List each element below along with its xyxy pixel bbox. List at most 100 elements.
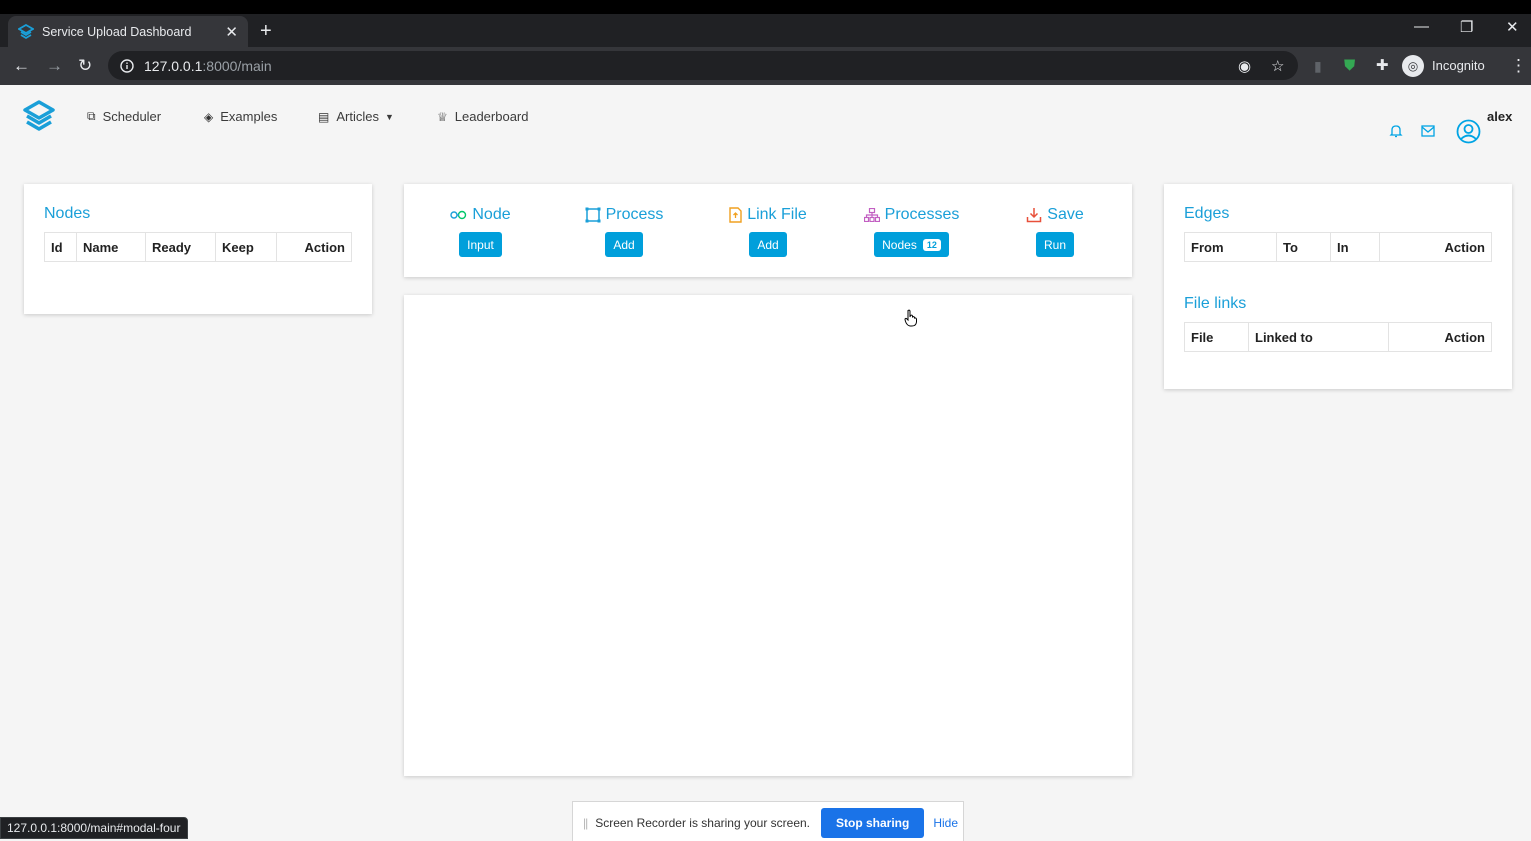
trophy-icon: ♕: [437, 109, 448, 124]
edges-table-header: From To In Action: [1184, 232, 1492, 262]
tool-link-file-header: Link File: [729, 204, 807, 226]
minimize-icon[interactable]: —: [1414, 18, 1429, 35]
column-header: From: [1184, 232, 1277, 262]
camera-blocked-icon[interactable]: ◉: [1238, 57, 1251, 75]
puzzle-icon[interactable]: ✚: [1376, 56, 1389, 74]
column-header: Action: [1379, 232, 1492, 262]
nav-examples[interactable]: ◈ Examples: [204, 109, 277, 124]
tool-save-label: Save: [1047, 206, 1084, 223]
column-header: Action: [276, 232, 352, 262]
extension-icon[interactable]: ▮: [1314, 58, 1322, 75]
screen-share-bar: || Screen Recorder is sharing your scree…: [572, 801, 964, 841]
hand-cursor-icon: [904, 309, 917, 327]
top-navbar: ⧉ Scheduler ◈ Examples ▤ Articles ▼ ♕ Le…: [0, 85, 1531, 147]
graph-canvas[interactable]: [404, 295, 1132, 776]
back-icon[interactable]: ←: [13, 56, 30, 76]
tool-link-file: Link File Add: [718, 204, 818, 257]
nodes-count-badge: 12: [922, 238, 941, 251]
tab-strip: Service Upload Dashboard ✕ + — ❐ ✕: [0, 14, 1531, 47]
layers-icon: ◈: [204, 109, 214, 124]
info-icon: [120, 58, 134, 73]
stop-sharing-button[interactable]: Stop sharing: [821, 807, 925, 838]
nodes-panel: Nodes Id Name Ready Keep Action: [24, 184, 372, 314]
bell-icon[interactable]: [1389, 124, 1403, 138]
file-links-table: File Linked to Action: [1184, 322, 1492, 352]
hide-button[interactable]: Hide: [933, 816, 958, 830]
tool-processes-header: Processes: [863, 204, 960, 226]
drag-handle-icon[interactable]: ||: [583, 816, 588, 830]
edges-table: From To In Action: [1184, 232, 1492, 262]
close-window-icon[interactable]: ✕: [1506, 18, 1519, 36]
mail-icon[interactable]: [1421, 125, 1435, 137]
nodes-table: Id Name Ready Keep Action: [44, 232, 352, 262]
file-icon: [729, 207, 742, 223]
nav-articles-label: Articles: [336, 109, 379, 124]
column-header: Linked to: [1248, 322, 1389, 352]
tool-processes: Processes Nodes 12: [858, 204, 965, 257]
close-tab-icon[interactable]: ✕: [225, 23, 238, 41]
tool-process-header: Process: [585, 204, 664, 226]
tool-process: Process Add: [578, 204, 670, 257]
square-icon: [585, 207, 601, 223]
newspaper-icon: ▤: [318, 109, 330, 124]
tool-node-label: Node: [472, 206, 511, 223]
nav-examples-label: Examples: [220, 109, 278, 124]
user-avatar-icon[interactable]: [1456, 119, 1481, 144]
url-field[interactable]: 127.0.0.1:8000/main ◉ ☆: [108, 51, 1298, 80]
link-file-add-button[interactable]: Add: [749, 232, 787, 257]
tab-title: Service Upload Dashboard: [42, 24, 192, 39]
url-path: :8000/main: [202, 57, 272, 74]
tool-processes-label: Processes: [884, 206, 960, 223]
address-bar-row: ← → ↻ 127.0.0.1:8000/main ◉ ☆ ▮ ⛊ ✚ ◎ In…: [0, 47, 1531, 85]
incognito-label: Incognito: [1432, 58, 1485, 73]
new-tab-icon[interactable]: +: [260, 20, 272, 43]
edges-title: Edges: [1184, 205, 1230, 222]
edges-panel: Edges From To In Action File links File …: [1164, 184, 1512, 389]
tool-link-file-label: Link File: [747, 206, 807, 223]
nav-scheduler[interactable]: ⧉ Scheduler: [87, 109, 161, 124]
restore-icon[interactable]: ❐: [1460, 18, 1473, 36]
kebab-menu-icon[interactable]: ⋮: [1510, 56, 1527, 76]
toolbar-panel: Node Input Process Add Link File Add Pro…: [404, 184, 1132, 277]
tool-process-label: Process: [605, 206, 664, 223]
node-input-button[interactable]: Input: [459, 232, 502, 257]
processes-nodes-label: Nodes: [882, 237, 917, 252]
tool-node: Node Input: [438, 204, 523, 257]
sitemap-icon: ⧉: [87, 109, 96, 123]
screen-share-message: Screen Recorder is sharing your screen.: [595, 815, 810, 830]
node-icon: [450, 210, 467, 220]
processes-nodes-button[interactable]: Nodes 12: [874, 232, 949, 257]
reload-icon[interactable]: ↻: [78, 56, 92, 76]
process-add-button[interactable]: Add: [605, 232, 643, 257]
shield-extension-icon[interactable]: ⛊: [1344, 57, 1355, 74]
column-header: Id: [44, 232, 77, 262]
download-icon: [1027, 208, 1042, 223]
status-bar-url: 127.0.0.1:8000/main#modal-four: [0, 817, 189, 839]
save-run-button[interactable]: Run: [1035, 232, 1074, 257]
nodes-table-header: Id Name Ready Keep Action: [44, 232, 352, 262]
column-header: Keep: [215, 232, 277, 262]
hierarchy-icon: [863, 208, 880, 222]
nav-articles-dropdown[interactable]: ▤ Articles ▼: [318, 109, 394, 124]
tool-save: Save Run: [1018, 204, 1092, 257]
file-links-title: File links: [1184, 295, 1247, 312]
file-links-table-header: File Linked to Action: [1184, 322, 1492, 352]
column-header: Action: [1388, 322, 1492, 352]
browser-tab[interactable]: Service Upload Dashboard ✕: [8, 16, 248, 47]
incognito-icon: ◎: [1402, 54, 1424, 77]
nav-leaderboard-label: Leaderboard: [454, 109, 529, 124]
column-header: To: [1276, 232, 1331, 262]
column-header: In: [1330, 232, 1380, 262]
column-header: Ready: [145, 232, 216, 262]
tool-save-header: Save: [1026, 204, 1084, 226]
page-content: ⧉ Scheduler ◈ Examples ▤ Articles ▼ ♕ Le…: [0, 85, 1531, 841]
site-favicon-icon: [18, 23, 34, 39]
tool-node-header: Node: [450, 204, 511, 226]
username[interactable]: alex: [1487, 109, 1512, 124]
forward-icon[interactable]: →: [46, 56, 63, 76]
column-header: Name: [76, 232, 146, 262]
nav-leaderboard[interactable]: ♕ Leaderboard: [437, 109, 529, 124]
incognito-profile[interactable]: ◎ Incognito: [1402, 51, 1485, 80]
brand-logo-icon[interactable]: [22, 99, 56, 133]
bookmark-star-icon[interactable]: ☆: [1271, 57, 1284, 75]
